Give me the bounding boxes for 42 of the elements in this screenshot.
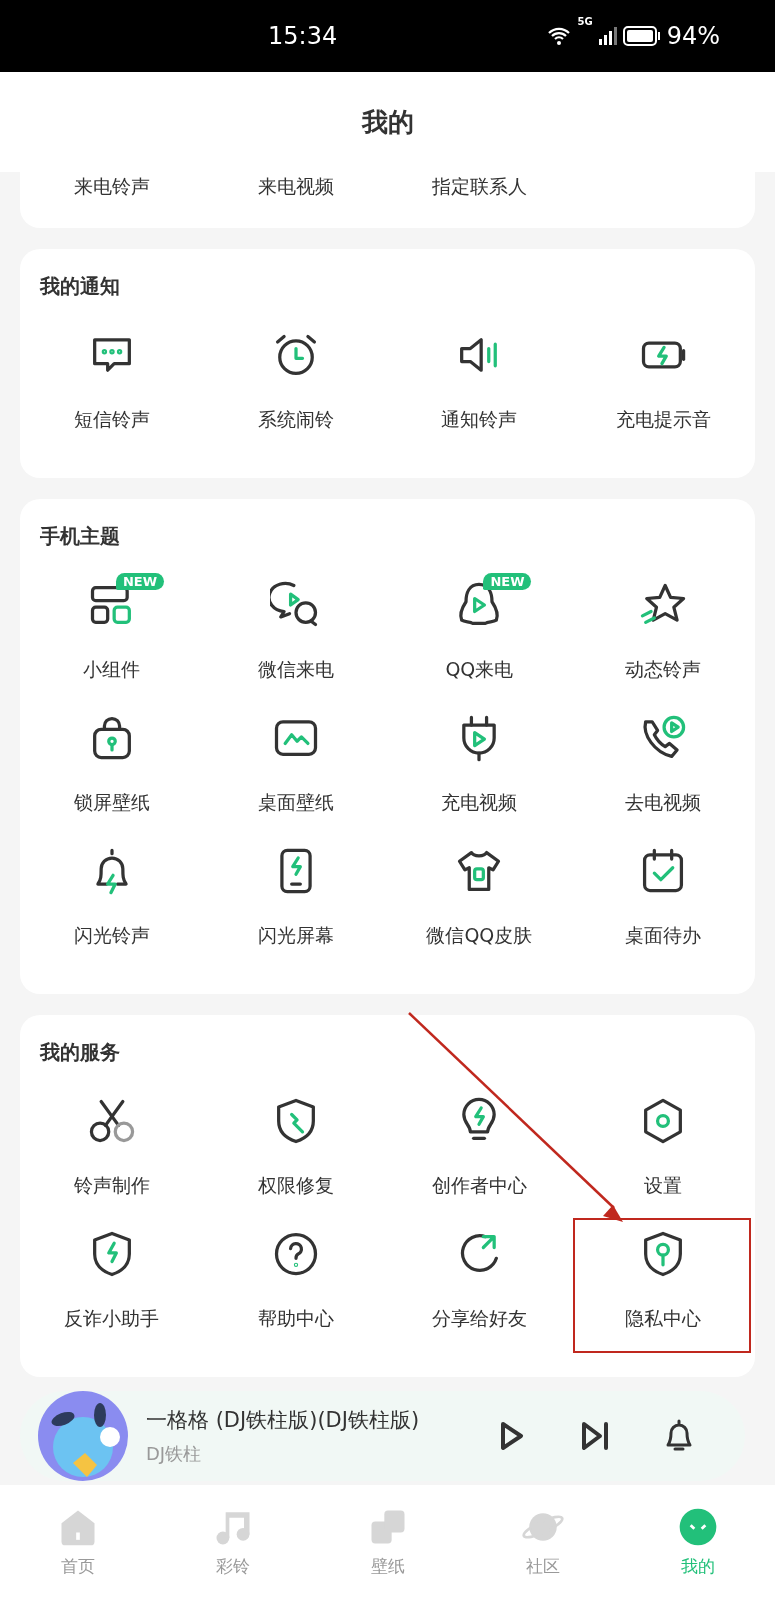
menu-item-label[interactable]: 指定联系人 [387, 174, 572, 200]
menu-item-label[interactable]: 充电视频 [441, 790, 518, 814]
menu-item-label[interactable]: 闪光屏幕 [257, 923, 334, 947]
menu-item-label[interactable]: 权限修复 [257, 1173, 334, 1197]
menu-item-label[interactable]: 桌面壁纸 [257, 790, 334, 814]
network-type: 5G [577, 16, 593, 27]
menu-item-label[interactable]: 来电视频 [203, 174, 388, 200]
menu-item-label[interactable]: 充电提示音 [615, 407, 711, 431]
artist-name: DJ铁柱 [146, 1442, 203, 1466]
menu-item-label[interactable]: 来电铃声 [20, 174, 204, 200]
menu-item-label[interactable]: 去电视频 [625, 790, 702, 814]
page-title: 我的 [361, 105, 414, 139]
menu-item-label[interactable]: 铃声制作 [73, 1173, 150, 1197]
section-title: 我的通知 [38, 273, 121, 300]
signal-icon [598, 27, 617, 45]
menu-item-label[interactable]: 微信来电 [257, 657, 334, 681]
menu-item-label[interactable]: 微信QQ皮肤 [426, 923, 533, 947]
battery-percent: 94% [666, 22, 720, 50]
new-badge: NEW [115, 573, 164, 590]
song-title: 一格格 (DJ铁柱版)(DJ铁柱版) [146, 1407, 421, 1434]
menu-item-label[interactable]: 隐私中心 [625, 1306, 702, 1330]
menu-item-label[interactable]: 锁屏壁纸 [73, 790, 150, 814]
menu-item-label[interactable]: QQ来电 [445, 657, 514, 681]
menu-item-label[interactable]: 短信铃声 [73, 407, 150, 431]
section-title: 我的服务 [38, 1039, 121, 1066]
menu-item-label[interactable]: 帮助中心 [257, 1306, 334, 1330]
menu-item-label[interactable]: 闪光铃声 [73, 923, 150, 947]
menu-item-label[interactable]: 小组件 [83, 657, 141, 681]
battery-icon [622, 26, 661, 46]
new-badge: NEW [483, 573, 532, 590]
status-time: 15:34 [268, 22, 338, 50]
section-title: 手机主题 [39, 523, 121, 550]
menu-item-label[interactable]: 通知铃声 [441, 407, 518, 431]
menu-item-label[interactable]: 反诈小助手 [64, 1306, 160, 1330]
menu-item-label[interactable]: 创作者中心 [431, 1173, 527, 1197]
wifi-icon [547, 26, 572, 46]
mini-player[interactable]: 一格格 (DJ铁柱版)(DJ铁柱版) DJ铁柱 [20, 1391, 745, 1481]
menu-item-label[interactable]: 系统闹铃 [257, 407, 334, 431]
menu-item-label[interactable]: 分享给好友 [431, 1306, 527, 1330]
menu-item-label[interactable]: 动态铃声 [625, 657, 702, 681]
menu-item-label[interactable]: 桌面待办 [625, 923, 702, 947]
menu-item-label[interactable]: 设置 [644, 1173, 683, 1197]
